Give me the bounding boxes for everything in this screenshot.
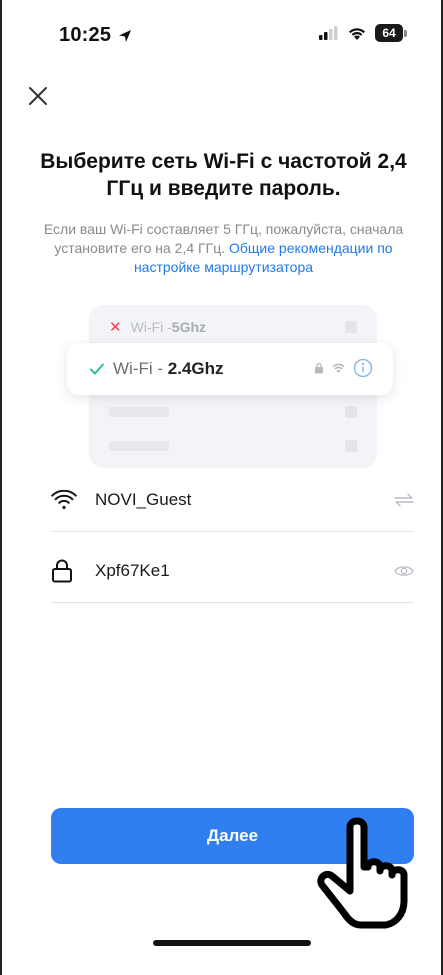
row-24-band: 2.4Ghz	[167, 359, 224, 378]
check-icon	[89, 362, 105, 376]
page-title: Выберите сеть Wi-Fi с частотой 2,4 ГГц и…	[40, 150, 407, 200]
location-arrow-icon	[119, 29, 132, 42]
illustration-row-24ghz: Wi-Fi - 2.4Ghz	[67, 343, 393, 395]
swap-arrows-icon	[394, 493, 414, 506]
cellular-signal-icon	[319, 26, 338, 40]
battery-cap	[404, 29, 407, 37]
switch-network-button[interactable]	[384, 493, 414, 507]
placeholder-bar	[109, 441, 169, 451]
row-24-prefix: Wi-Fi -	[113, 359, 168, 378]
toggle-password-visibility[interactable]	[384, 564, 414, 578]
info-icon	[353, 358, 373, 378]
row-5g-band: 5Ghz	[171, 319, 207, 335]
pointing-hand-icon	[317, 817, 408, 929]
row-24-label: Wi-Fi - 2.4Ghz	[113, 359, 224, 379]
status-time-text: 10:25	[59, 24, 112, 46]
password-field[interactable]: Xpf67Ke1	[51, 539, 414, 603]
placeholder-square	[345, 406, 357, 418]
status-time: 10:25	[59, 24, 133, 47]
close-button[interactable]	[24, 82, 52, 110]
cross-icon: ✕	[109, 319, 122, 336]
ssid-value: NOVI_Guest	[95, 489, 192, 509]
placeholder-square	[345, 321, 357, 333]
eye-icon	[394, 565, 414, 576]
battery-level: 64	[375, 24, 403, 42]
wifi-small-icon	[332, 363, 345, 373]
row-5g-prefix: Wi-Fi -	[130, 319, 172, 335]
wifi-status-icon	[349, 27, 365, 40]
screen: 10:25 64 Выберите сеть Wi-Fi с частотой …	[0, 0, 443, 975]
lock-small-icon	[315, 362, 323, 374]
illustration-row-5ghz: ✕ Wi-Fi - 5Ghz	[89, 313, 377, 341]
row-24-icons	[314, 358, 373, 378]
home-indicator	[153, 940, 311, 946]
password-value: Xpf67Ke1	[95, 560, 170, 580]
status-indicators: 64	[319, 24, 407, 42]
placeholder-bar	[109, 407, 169, 417]
close-icon	[29, 87, 47, 105]
ssid-field[interactable]: NOVI_Guest	[51, 468, 414, 532]
lock-icon	[51, 559, 81, 583]
page-description: Если ваш Wi-Fi составляет 5 ГГц, пожалуй…	[30, 220, 417, 277]
placeholder-square	[345, 440, 357, 452]
battery-icon: 64	[375, 24, 407, 42]
wifi-icon	[51, 489, 81, 510]
